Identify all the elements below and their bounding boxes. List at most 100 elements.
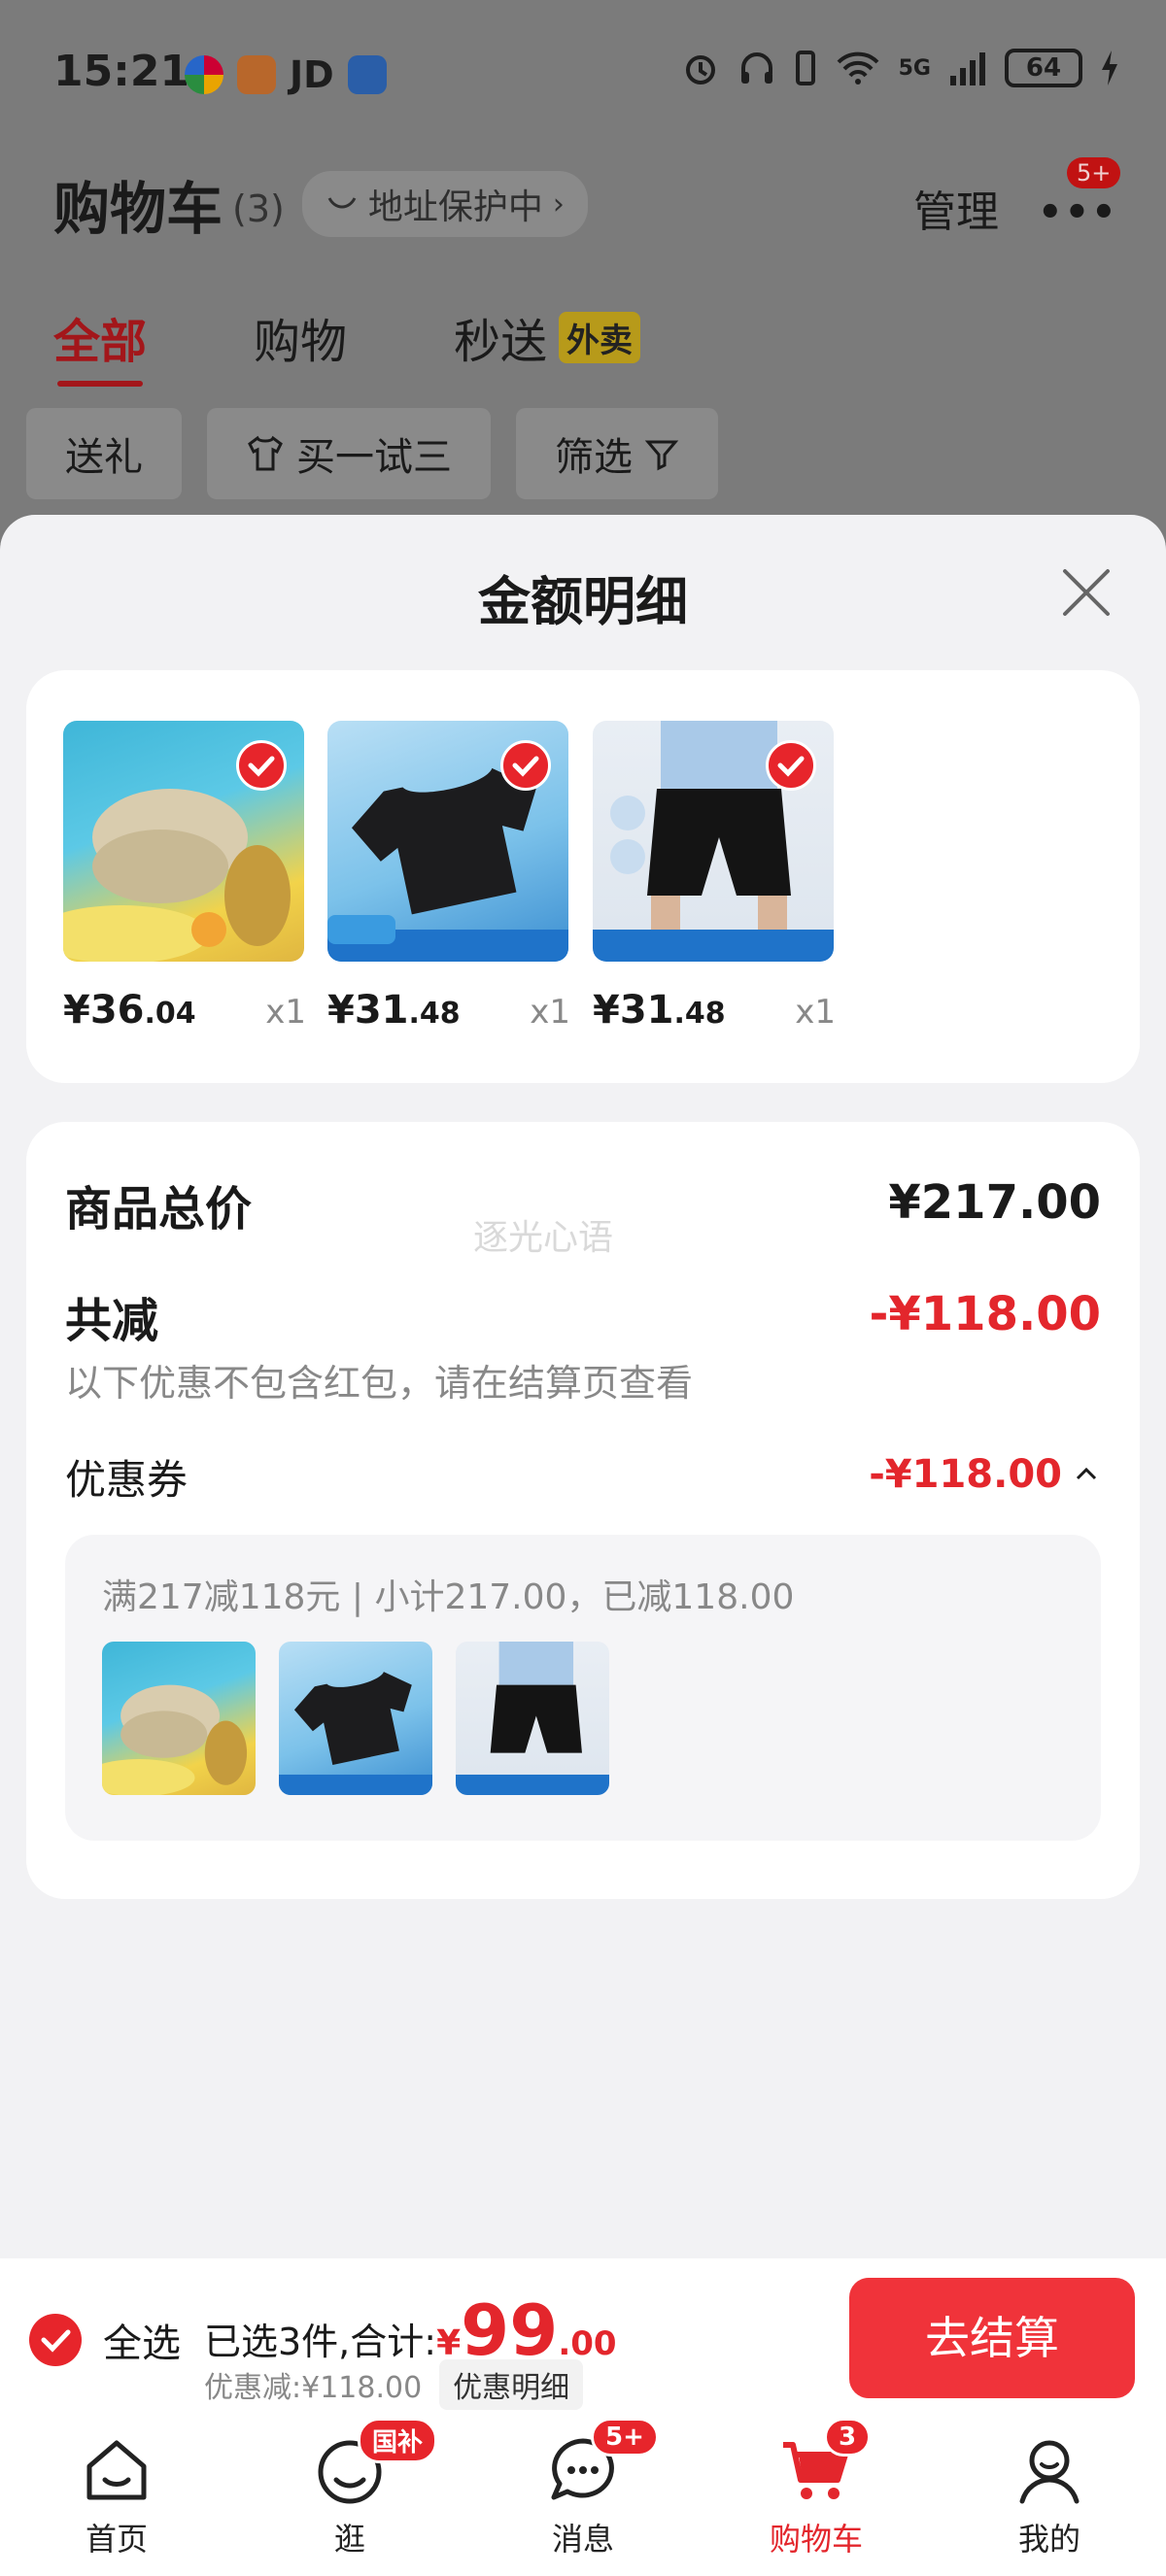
status-indicators: 5G 64: [681, 49, 1119, 87]
sheet-title: 金额明细: [478, 571, 688, 632]
coupon-detail-box: 满217减118元 | 小计217.00，已减118.00: [65, 1535, 1101, 1841]
product-qty: x1: [795, 993, 836, 1032]
total-price-value: ¥217.00: [888, 1175, 1101, 1230]
headphones-icon: [740, 52, 772, 84]
product-item[interactable]: ¥31.48 x1: [327, 721, 570, 1033]
mini-product-shorts: [456, 1642, 609, 1795]
checkout-button[interactable]: 去结算: [849, 2278, 1135, 2398]
product-price-int: ¥31: [593, 988, 674, 1033]
checked-icon[interactable]: [236, 740, 287, 791]
coupon-detail-text: 满217减118元 | 小计217.00，已减118.00: [102, 1577, 795, 1617]
status-bar: 15:21 JD 5G 64: [0, 0, 1166, 146]
status-app-icons: JD: [185, 53, 387, 96]
tab-flash-label: 秒送: [454, 315, 548, 369]
filter-label: 筛选: [555, 435, 633, 480]
product-price-dec: .48: [408, 997, 461, 1031]
product-qty: x1: [265, 993, 306, 1032]
battery-indicator: 64: [1005, 49, 1082, 87]
manage-button[interactable]: 管理: [913, 177, 999, 239]
nav-label-home: 首页: [85, 2521, 148, 2558]
close-icon[interactable]: [1057, 563, 1115, 622]
wifi-icon: [837, 51, 879, 85]
product-item[interactable]: ¥31.48 x1: [593, 721, 836, 1033]
nav-badge-cart: 3: [824, 2418, 872, 2457]
waimai-badge: 外卖: [559, 311, 641, 363]
sum-integer: 99: [461, 2289, 559, 2371]
more-badge: 5+: [1067, 157, 1121, 188]
sum-prefix: 已选3件,合计:: [204, 2321, 437, 2363]
chevron-up-icon: [1076, 1467, 1097, 1480]
nav-item-cart[interactable]: 3 购物车: [738, 2418, 894, 2559]
product-qty: x1: [530, 993, 570, 1032]
checkout-bar: 全选 已选3件,合计: ¥ 99 .00 优惠减:¥118.00 优惠明细 去结…: [0, 2258, 1166, 2414]
select-all-label: 全选: [103, 2322, 181, 2366]
filter-buy-one-try-three-label: 买一试三: [296, 435, 452, 480]
tab-shopping[interactable]: 购物: [254, 303, 347, 371]
nav-label-profile: 我的: [1017, 2521, 1080, 2558]
reduce-note: 以下优惠不包含红包，请在结算页查看: [65, 1362, 694, 1405]
product-price: ¥36.04: [63, 988, 196, 1033]
select-all-toggle[interactable]: 全选: [29, 2312, 181, 2368]
heart-app-icon: [237, 55, 276, 94]
tab-flash-delivery[interactable]: 秒送 外卖: [454, 303, 641, 371]
network-type: 5G: [898, 55, 931, 81]
discount-detail-button[interactable]: 优惠明细: [439, 2359, 584, 2410]
product-image-sandals: [63, 721, 304, 962]
product-price-dec: .48: [673, 997, 726, 1031]
product-item[interactable]: ¥36.04 x1: [63, 721, 306, 1033]
nav-item-messages[interactable]: 5+ 消息: [505, 2418, 661, 2559]
face-icon: 国补: [311, 2418, 438, 2509]
checked-icon[interactable]: [500, 740, 551, 791]
smile-icon: [327, 197, 357, 209]
app-notification-icon: [185, 55, 223, 94]
filter-gift[interactable]: 送礼: [26, 408, 182, 499]
bottom-nav: 首页 国补 逛 5+ 消息 3 购物车 我的: [0, 2414, 1166, 2576]
vibrate-icon: [795, 51, 815, 85]
checked-icon[interactable]: [766, 740, 816, 791]
coupon-products: [102, 1642, 609, 1795]
cart-icon: 3: [777, 2418, 872, 2509]
sum-decimal: .00: [558, 2324, 617, 2363]
price-summary-card: 商品总价 ¥217.00 逐光心语 共减 -¥118.00 以下优惠不包含红包，…: [26, 1122, 1140, 1899]
nav-badge-messages: 5+: [591, 2418, 659, 2457]
coupon-value: -¥118.00: [869, 1452, 1062, 1497]
filter-gift-label: 送礼: [65, 435, 143, 480]
filter-row: 送礼 买一试三 筛选: [26, 408, 718, 499]
nav-badge-subsidy: 国补: [358, 2418, 438, 2463]
nav-item-profile[interactable]: 我的: [972, 2431, 1127, 2559]
status-time: 15:21: [53, 47, 190, 96]
amount-detail-sheet: 金额明细 ¥36.04 x1 ¥31.48 x1 ¥31.48 x1 商品总价 …: [0, 515, 1166, 2263]
product-price-int: ¥31: [327, 988, 409, 1033]
more-button[interactable]: ••• 5+: [1038, 157, 1121, 243]
total-price-label: 商品总价: [65, 1182, 253, 1237]
address-protection-label: 地址保护中: [367, 187, 543, 227]
address-protection-chip[interactable]: 地址保护中 ›: [301, 171, 588, 237]
funnel-icon: [644, 440, 679, 471]
mini-product-sandals: [102, 1642, 256, 1795]
charging-icon: [1102, 51, 1117, 85]
filter-buy-one-try-three[interactable]: 买一试三: [207, 408, 491, 499]
product-price-dec: .04: [144, 997, 196, 1031]
signal-icon: [950, 52, 985, 85]
nav-item-home[interactable]: 首页: [39, 2431, 194, 2559]
cart-tabs: 全部 购物 秒送 外卖: [53, 303, 641, 387]
jd-app-icon: JD: [290, 53, 334, 96]
total-reduce-label: 共减: [65, 1294, 159, 1348]
nav-item-browse[interactable]: 国补 逛: [272, 2418, 438, 2559]
message-icon: 5+: [544, 2418, 659, 2509]
browser-app-icon: [347, 55, 387, 94]
nav-label-browse: 逛: [333, 2521, 365, 2558]
select-all-checked-icon: [29, 2314, 82, 2366]
cart-count: (3): [232, 187, 285, 230]
product-price-int: ¥36: [63, 988, 145, 1033]
cart-header: 购物车 (3) 地址保护中 ›: [53, 163, 588, 245]
coupon-toggle[interactable]: -¥118.00: [869, 1452, 1101, 1497]
mini-product-tshirt: [279, 1642, 432, 1795]
home-icon: [78, 2431, 155, 2509]
discount-amount: 优惠减:¥118.00: [204, 2371, 423, 2405]
filter-button[interactable]: 筛选: [516, 408, 718, 499]
total-reduce-value: -¥118.00: [869, 1287, 1101, 1341]
more-dots-icon: •••: [1038, 190, 1118, 235]
tab-all[interactable]: 全部: [53, 303, 147, 387]
user-icon: [1011, 2431, 1088, 2509]
